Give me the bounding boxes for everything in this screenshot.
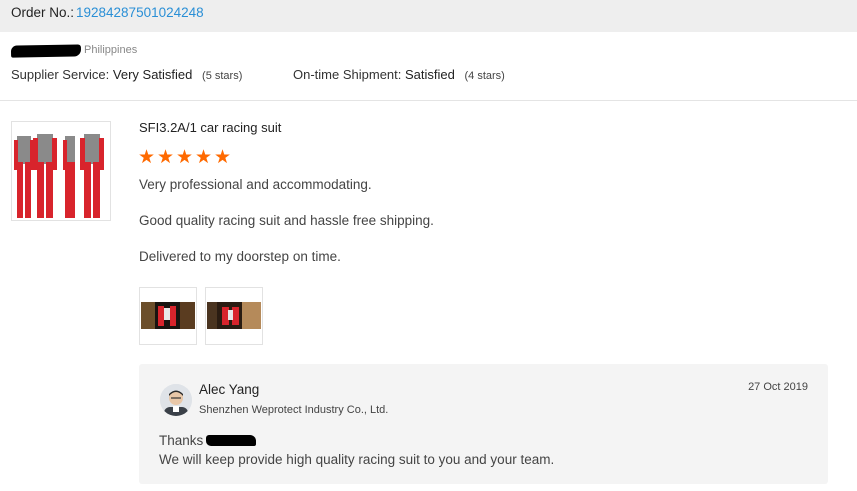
review-photo-image [206,288,262,344]
review-photo-image [140,288,196,344]
redacted-buyer-name [10,44,82,58]
supplier-service-rating: Supplier Service: Very Satisfied (5 star… [11,67,242,82]
replier-company: Shenzhen Weprotect Industry Co., Ltd. [199,404,389,416]
star-icon: ★ [138,147,156,168]
replier-name: Alec Yang [199,382,260,397]
reply-greeting: Thanks [159,433,257,448]
supplier-reply: Alec Yang Shenzhen Weprotect Industry Co… [139,364,828,484]
avatar [160,384,192,416]
shipment-rating: On-time Shipment: Satisfied (4 stars) [293,67,505,82]
order-number-link[interactable]: 19284287501024248 [76,0,204,26]
shipment-label: On-time Shipment: [293,67,402,82]
review-text-line: Good quality racing suit and hassle free… [139,213,434,228]
star-icon: ★ [176,147,194,168]
supplier-service-label: Supplier Service: [11,67,110,82]
product-title[interactable]: SFI3.2A/1 car racing suit [139,120,281,135]
section-divider [0,100,857,101]
product-star-rating: ★ ★ ★ ★ ★ [138,147,232,168]
reply-greeting-text: Thanks [159,433,204,448]
reply-date: 27 Oct 2019 [748,381,808,393]
star-icon: ★ [214,147,232,168]
product-thumbnail[interactable] [11,121,111,221]
supplier-service-stars: (5 stars) [202,70,243,82]
buyer-country: Philippines [84,44,138,56]
redacted-buyer-name [206,435,257,446]
racing-suit-image [12,122,110,220]
shipment-stars: (4 stars) [464,70,505,82]
shipment-value: Satisfied [405,67,455,82]
supplier-service-value: Very Satisfied [112,67,193,82]
star-icon: ★ [195,147,213,168]
review-photo[interactable] [205,287,263,345]
supplier-ratings: Supplier Service: Very Satisfied (5 star… [11,67,505,82]
order-header: Order No.: 19284287501024248 [0,0,857,32]
review-text-line: Delivered to my doorstep on time. [139,249,341,264]
avatar-image [160,384,192,416]
reply-message: We will keep provide high quality racing… [159,452,555,467]
order-number-label: Order No.: [11,5,75,20]
review-photo[interactable] [139,287,197,345]
review-text-line: Very professional and accommodating. [139,177,372,192]
star-icon: ★ [157,147,175,168]
